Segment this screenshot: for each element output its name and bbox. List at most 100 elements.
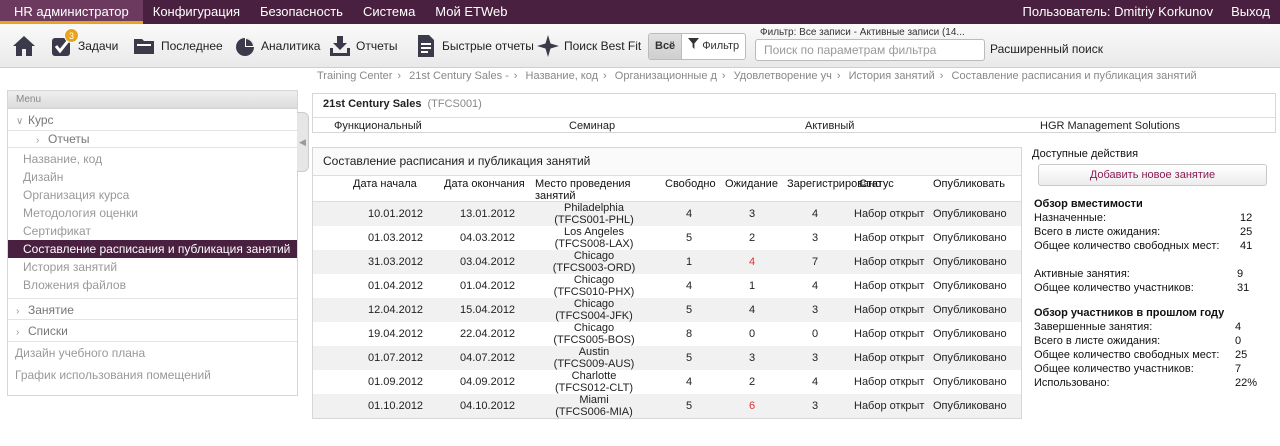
quick-reports-label: Быстрые отчеты: [442, 39, 534, 53]
cell-location[interactable]: Chicago (TFCS004-JFK): [539, 298, 649, 322]
breadcrumb-item[interactable]: Название, код: [526, 70, 599, 82]
cell-end-date: 01.04.2012: [460, 280, 516, 292]
cell-location[interactable]: Austin (TFCS009-AUS): [539, 346, 649, 370]
stat-label: Общее количество свободных мест:: [1034, 240, 1220, 252]
table-row[interactable]: 31.03.2012 03.04.2012 Chicago (TFCS003-ORD)…: [313, 250, 1021, 274]
column-header-publish[interactable]: Опубликовать: [933, 178, 1005, 190]
capacity-stat: Назначенные: 12: [1032, 211, 1272, 225]
column-header-location[interactable]: Место проведения занятий: [535, 178, 640, 202]
capacity-stat: Общее количество свободных мест: 41: [1032, 239, 1272, 253]
cell-published[interactable]: Опубликовано: [933, 376, 1007, 388]
cell-location[interactable]: Chicago (TFCS005-BOS): [539, 322, 649, 346]
column-header-status[interactable]: Статус: [859, 178, 894, 190]
column-header-waiting[interactable]: Ожидание: [725, 178, 778, 190]
stat-value: 25: [1235, 349, 1248, 361]
breadcrumb-item[interactable]: История занятий: [849, 70, 935, 82]
sidebar-item-room-schedule[interactable]: График использования помещений: [8, 364, 297, 386]
cell-location[interactable]: Charlotte (TFCS012-CLT): [539, 370, 649, 394]
cell-published[interactable]: Опубликовано: [933, 256, 1007, 268]
download-tray-icon: [328, 34, 352, 58]
sidebar-item-organization[interactable]: Организация курса: [8, 186, 297, 204]
bestfit-search-button[interactable]: Поиск Best Fit: [536, 32, 641, 60]
sidebar-item-curriculum-design[interactable]: Дизайн учебного плана: [8, 342, 297, 364]
add-session-button[interactable]: Добавить новое занятие: [1038, 164, 1267, 186]
home-icon: [12, 34, 36, 58]
breadcrumb-item[interactable]: Удовлетворение уч: [734, 70, 832, 82]
table-row[interactable]: 12.04.2012 15.04.2012 Chicago (TFCS004-JFK)…: [313, 298, 1021, 322]
column-header-end[interactable]: Дата окончания: [444, 178, 525, 190]
analytics-button[interactable]: Аналитика: [233, 32, 320, 60]
cell-published[interactable]: Опубликовано: [933, 232, 1007, 244]
sidebar-subsection-reports[interactable]: › Отчеты: [8, 131, 297, 148]
logout-link[interactable]: Выход: [1231, 0, 1270, 24]
sidebar-item-design[interactable]: Дизайн: [8, 168, 297, 186]
stat-label: Общее количество участников:: [1034, 363, 1194, 375]
cell-published[interactable]: Опубликовано: [933, 328, 1007, 340]
filter-toggle-button[interactable]: Фильтр: [682, 34, 745, 59]
breadcrumb-item[interactable]: Training Center: [317, 70, 392, 82]
stat-label: Всего в листе ожидания:: [1034, 335, 1161, 347]
nav-my-etweb[interactable]: Мой ETWeb: [425, 0, 517, 24]
location-code: (TFCS008-LAX): [554, 238, 634, 250]
cell-published[interactable]: Опубликовано: [933, 208, 1007, 220]
cell-published[interactable]: Опубликовано: [933, 280, 1007, 292]
cell-published[interactable]: Опубликовано: [933, 304, 1007, 316]
stat-label: Использовано:: [1034, 377, 1110, 389]
stat-value: 0: [1235, 335, 1242, 347]
all-toggle-button[interactable]: Всё: [649, 34, 683, 59]
location-city: Chicago: [573, 250, 615, 262]
sidebar-section-session[interactable]: › Занятие: [8, 298, 297, 320]
table-row[interactable]: 19.04.2012 22.04.2012 Chicago (TFCS005-BOS)…: [313, 322, 1021, 346]
cell-start-date: 31.03.2012: [368, 256, 424, 268]
cell-published[interactable]: Опубликовано: [933, 400, 1007, 412]
breadcrumb-separator: ›: [939, 70, 944, 82]
sidebar-item-certificate[interactable]: Сертификат: [8, 222, 297, 240]
table-row[interactable]: 01.09.2012 04.09.2012 Charlotte (TFCS012-CL…: [313, 370, 1021, 394]
table-row[interactable]: 01.03.2012 04.03.2012 Los Angeles (TFCS008-…: [313, 226, 1021, 250]
table-row[interactable]: 01.04.2012 01.04.2012 Chicago (TFCS010-PHX)…: [313, 274, 1021, 298]
nav-system[interactable]: Система: [353, 0, 425, 24]
nav-configuration[interactable]: Конфигурация: [143, 0, 250, 24]
sidebar-item-name-code[interactable]: Название, код: [8, 150, 297, 168]
sidebar-section-lists[interactable]: › Списки: [8, 320, 297, 342]
nav-security[interactable]: Безопасность: [250, 0, 353, 24]
sidebar-section-course[interactable]: ∨ Курс: [8, 109, 297, 131]
column-header-free[interactable]: Свободно: [665, 178, 716, 190]
tasks-badge: 3: [64, 28, 79, 43]
cell-waiting: 2: [749, 232, 756, 244]
breadcrumb-item[interactable]: 21st Century Sales -: [409, 70, 509, 82]
cell-location[interactable]: Philadelphia (TFCS001-PHL): [539, 202, 649, 226]
cell-location[interactable]: Miami (TFCS006-MIA): [539, 394, 649, 418]
tasks-button[interactable]: 3 Задачи: [50, 28, 119, 60]
home-button[interactable]: [12, 32, 36, 60]
sidebar-section-label: Списки: [28, 324, 68, 338]
sessions-stat: Активные занятия: 9: [1032, 267, 1272, 281]
tasks-label: Задачи: [78, 39, 119, 53]
cell-free: 5: [686, 352, 693, 364]
table-row[interactable]: 10.01.2012 13.01.2012 Philadelphia (TFCS001…: [313, 202, 1021, 226]
cell-published[interactable]: Опубликовано: [933, 352, 1007, 364]
sidebar-collapse-handle[interactable]: ◀: [297, 112, 309, 172]
advanced-search-link[interactable]: Расширенный поиск: [990, 42, 1103, 56]
filter-search-input[interactable]: [755, 39, 985, 61]
breadcrumb-item[interactable]: Организационные д: [615, 70, 717, 82]
nav-hr-admin[interactable]: HR администратор: [0, 0, 143, 24]
reports-button[interactable]: Отчеты: [328, 32, 397, 60]
sidebar-item-attachments[interactable]: Вложения файлов: [8, 276, 297, 294]
sidebar-item-scheduling[interactable]: Составление расписания и публикация заня…: [8, 240, 297, 258]
cell-waiting: 3: [749, 352, 756, 364]
last-year-stat: Общее количество свободных мест: 25: [1032, 348, 1272, 362]
sidebar-item-assessment[interactable]: Методология оценки: [8, 204, 297, 222]
table-row[interactable]: 01.07.2012 04.07.2012 Austin (TFCS009-AUS) 5…: [313, 346, 1021, 370]
cell-waiting: 4: [749, 304, 756, 316]
recent-button[interactable]: Последнее: [133, 32, 223, 60]
quick-reports-button[interactable]: Быстрые отчеты: [414, 32, 534, 60]
cell-end-date: 22.04.2012: [460, 328, 516, 340]
cell-location[interactable]: Chicago (TFCS010-PHX): [539, 274, 649, 298]
column-header-start[interactable]: Дата начала: [353, 178, 417, 190]
cell-location[interactable]: Los Angeles (TFCS008-LAX): [539, 226, 649, 250]
table-row[interactable]: 01.10.2012 04.10.2012 Miami (TFCS006-MIA) 5 6…: [313, 394, 1021, 418]
schedule-table-body: 10.01.2012 13.01.2012 Philadelphia (TFCS001…: [313, 202, 1021, 418]
cell-location[interactable]: Chicago (TFCS003-ORD): [539, 250, 649, 274]
sidebar-item-session-history[interactable]: История занятий: [8, 258, 297, 276]
